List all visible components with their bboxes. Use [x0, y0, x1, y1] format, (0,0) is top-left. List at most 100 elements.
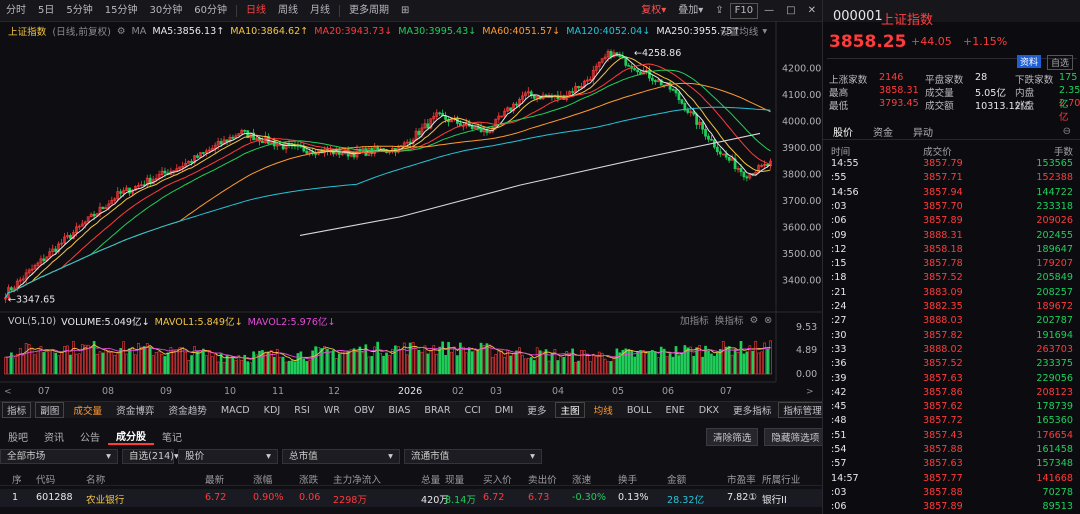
- clear-filter-button[interactable]: 清除筛选: [706, 428, 759, 446]
- indicator-7[interactable]: RSI: [287, 405, 317, 416]
- candle-body: [627, 64, 631, 67]
- main-indicator-1[interactable]: BOLL: [620, 405, 659, 416]
- period-tab-2[interactable]: 5分钟: [60, 0, 98, 22]
- period-tab-8[interactable]: 月线: [304, 0, 336, 22]
- indicator-11[interactable]: BRAR: [417, 405, 457, 416]
- indicator-4[interactable]: 资金趋势: [162, 403, 214, 417]
- main-indicator-2[interactable]: ENE: [658, 405, 691, 416]
- col-header-10[interactable]: 卖出价: [528, 472, 557, 486]
- watchlist-badge[interactable]: 自选: [1047, 55, 1074, 70]
- quote-tab-0[interactable]: 股价: [823, 124, 863, 139]
- period-tab-4[interactable]: 30分钟: [143, 0, 188, 22]
- quote-tab-2[interactable]: 异动: [903, 124, 943, 139]
- period-tab-1[interactable]: 5日: [32, 0, 60, 22]
- period-tab-6[interactable]: 日线: [240, 0, 272, 22]
- period-tab-0[interactable]: 分时: [0, 0, 32, 22]
- add-indicator-button[interactable]: 加指标: [680, 313, 709, 327]
- scroll-right-icon[interactable]: >: [806, 387, 814, 397]
- indicator-3[interactable]: 资金博弈: [109, 403, 161, 417]
- filter-select-4[interactable]: 流通市值 ▾: [404, 449, 542, 464]
- gear-icon[interactable]: ⚙: [750, 315, 759, 326]
- close-icon[interactable]: ✕: [802, 0, 822, 22]
- list-tab-0[interactable]: 股吧: [0, 429, 36, 444]
- filter-select-2[interactable]: 股价 ▾: [178, 449, 278, 464]
- col-header-14[interactable]: 市盈率: [727, 472, 756, 486]
- indicator-14[interactable]: 更多: [520, 403, 553, 417]
- col-header-15[interactable]: 所属行业: [762, 472, 800, 486]
- grid-icon[interactable]: ⊞: [395, 0, 415, 22]
- tick-list[interactable]: 14:55 3857.79 153565:55 3857.71 152388 14:56 3…: [823, 158, 1080, 514]
- ma-settings[interactable]: 设置均线 ▾: [720, 24, 767, 39]
- indicator-8[interactable]: WR: [317, 405, 347, 416]
- filter-select-1[interactable]: 自选(214) ▾: [122, 449, 179, 464]
- main-indicator-3[interactable]: DKX: [692, 405, 726, 416]
- switch-indicator-button[interactable]: 换指标: [715, 313, 744, 327]
- table-row[interactable]: 1 601288 农业银行 6.72 0.90% 0.06 2298万 420万 8.14万 6.…: [0, 489, 822, 507]
- col-header-5[interactable]: 涨跌: [299, 472, 318, 486]
- overlay-button[interactable]: 叠加▾: [672, 0, 709, 22]
- adjust-button[interactable]: 复权▾: [635, 0, 672, 22]
- close-icon[interactable]: ⊗: [764, 315, 772, 326]
- indicator-6[interactable]: KDJ: [257, 405, 288, 416]
- ma-settings-label[interactable]: 设置均线: [720, 24, 758, 38]
- stat-2-0: 最低: [829, 101, 849, 112]
- tick-price: 3857.86: [923, 386, 963, 398]
- list-tab-2[interactable]: 公告: [72, 429, 108, 444]
- col-header-13[interactable]: 金额: [667, 472, 686, 486]
- quote-tab-1[interactable]: 资金: [863, 124, 903, 139]
- ma-legend: 上证指数 (日线,前复权) ⚙ MA MA5:3856.13↑ MA10:3864…: [8, 24, 752, 39]
- ma-values: MA5:3856.13↑ MA10:3864.62↑ MA20:3943.73↓ MA…: [152, 26, 746, 37]
- filter-select-3[interactable]: 总市值 ▾: [282, 449, 400, 464]
- indicator-2[interactable]: 成交量: [66, 403, 109, 417]
- col-header-12[interactable]: 换手: [618, 472, 637, 486]
- scroll-left-icon[interactable]: <: [4, 387, 12, 397]
- stat-0-3: 28: [975, 72, 988, 83]
- indicator-12[interactable]: CCI: [458, 405, 488, 416]
- period-tab-9[interactable]: 更多周期: [343, 0, 395, 22]
- indicator-9[interactable]: OBV: [347, 405, 381, 416]
- main-chart-label[interactable]: 主图: [555, 402, 585, 418]
- filter-select-0[interactable]: 全部市场 ▾: [0, 449, 118, 464]
- main-indicator-4[interactable]: 更多指标: [726, 403, 778, 417]
- col-header-0[interactable]: 序: [12, 472, 22, 486]
- indicator-13[interactable]: DMI: [488, 405, 521, 416]
- col-header-2[interactable]: 名称: [86, 472, 105, 486]
- gear-icon[interactable]: ⚙: [117, 26, 126, 37]
- f10-button[interactable]: F10: [729, 2, 759, 19]
- indicator-manage-button[interactable]: 指标管理: [778, 402, 827, 418]
- indicator-10[interactable]: BIAS: [381, 405, 417, 416]
- hide-filter-button[interactable]: 隐藏筛选项: [764, 428, 827, 446]
- col-header-11[interactable]: 涨速: [572, 472, 591, 486]
- indicator-1[interactable]: 副图: [35, 402, 65, 418]
- maximize-icon[interactable]: □: [780, 0, 801, 22]
- col-header-3[interactable]: 最新: [205, 472, 224, 486]
- candle-body: [707, 135, 710, 140]
- col-header-1[interactable]: 代码: [36, 472, 55, 486]
- list-tab-1[interactable]: 资讯: [36, 429, 72, 444]
- kline-chart[interactable]: 4200.00 4100.00 4000.00 3900.00 3800.00 3700.…: [0, 22, 822, 398]
- volume-bar: [651, 350, 654, 375]
- period-tab-3[interactable]: 15分钟: [99, 0, 144, 22]
- volume-bar: [648, 351, 651, 375]
- profile-badge[interactable]: 资料: [1017, 55, 1042, 68]
- main-indicator-0[interactable]: 均线: [587, 403, 620, 417]
- cell-11: -0.30%: [572, 492, 606, 503]
- period-tab-5[interactable]: 60分钟: [188, 0, 233, 22]
- col-header-9[interactable]: 买入价: [483, 472, 512, 486]
- col-header-4[interactable]: 涨幅: [253, 472, 272, 486]
- candle-body: [305, 150, 309, 154]
- list-tab-4[interactable]: 笔记: [154, 429, 190, 444]
- period-tab-7[interactable]: 周线: [272, 0, 304, 22]
- collapse-icon[interactable]: ⊖: [1053, 126, 1080, 137]
- col-header-7[interactable]: 总量: [421, 472, 440, 486]
- col-header-8[interactable]: 现量: [445, 472, 464, 486]
- col-header-6[interactable]: 主力净流入: [333, 472, 381, 486]
- minimize-icon[interactable]: —: [758, 0, 780, 22]
- volume-bar: [515, 350, 518, 375]
- indicator-5[interactable]: MACD: [214, 405, 257, 416]
- indicator-0[interactable]: 指标: [2, 402, 32, 418]
- share-icon[interactable]: ⇪: [709, 0, 729, 22]
- volume-bar: [544, 349, 548, 375]
- list-tab-3[interactable]: 成分股: [108, 428, 154, 445]
- cell-1: 601288: [36, 492, 73, 503]
